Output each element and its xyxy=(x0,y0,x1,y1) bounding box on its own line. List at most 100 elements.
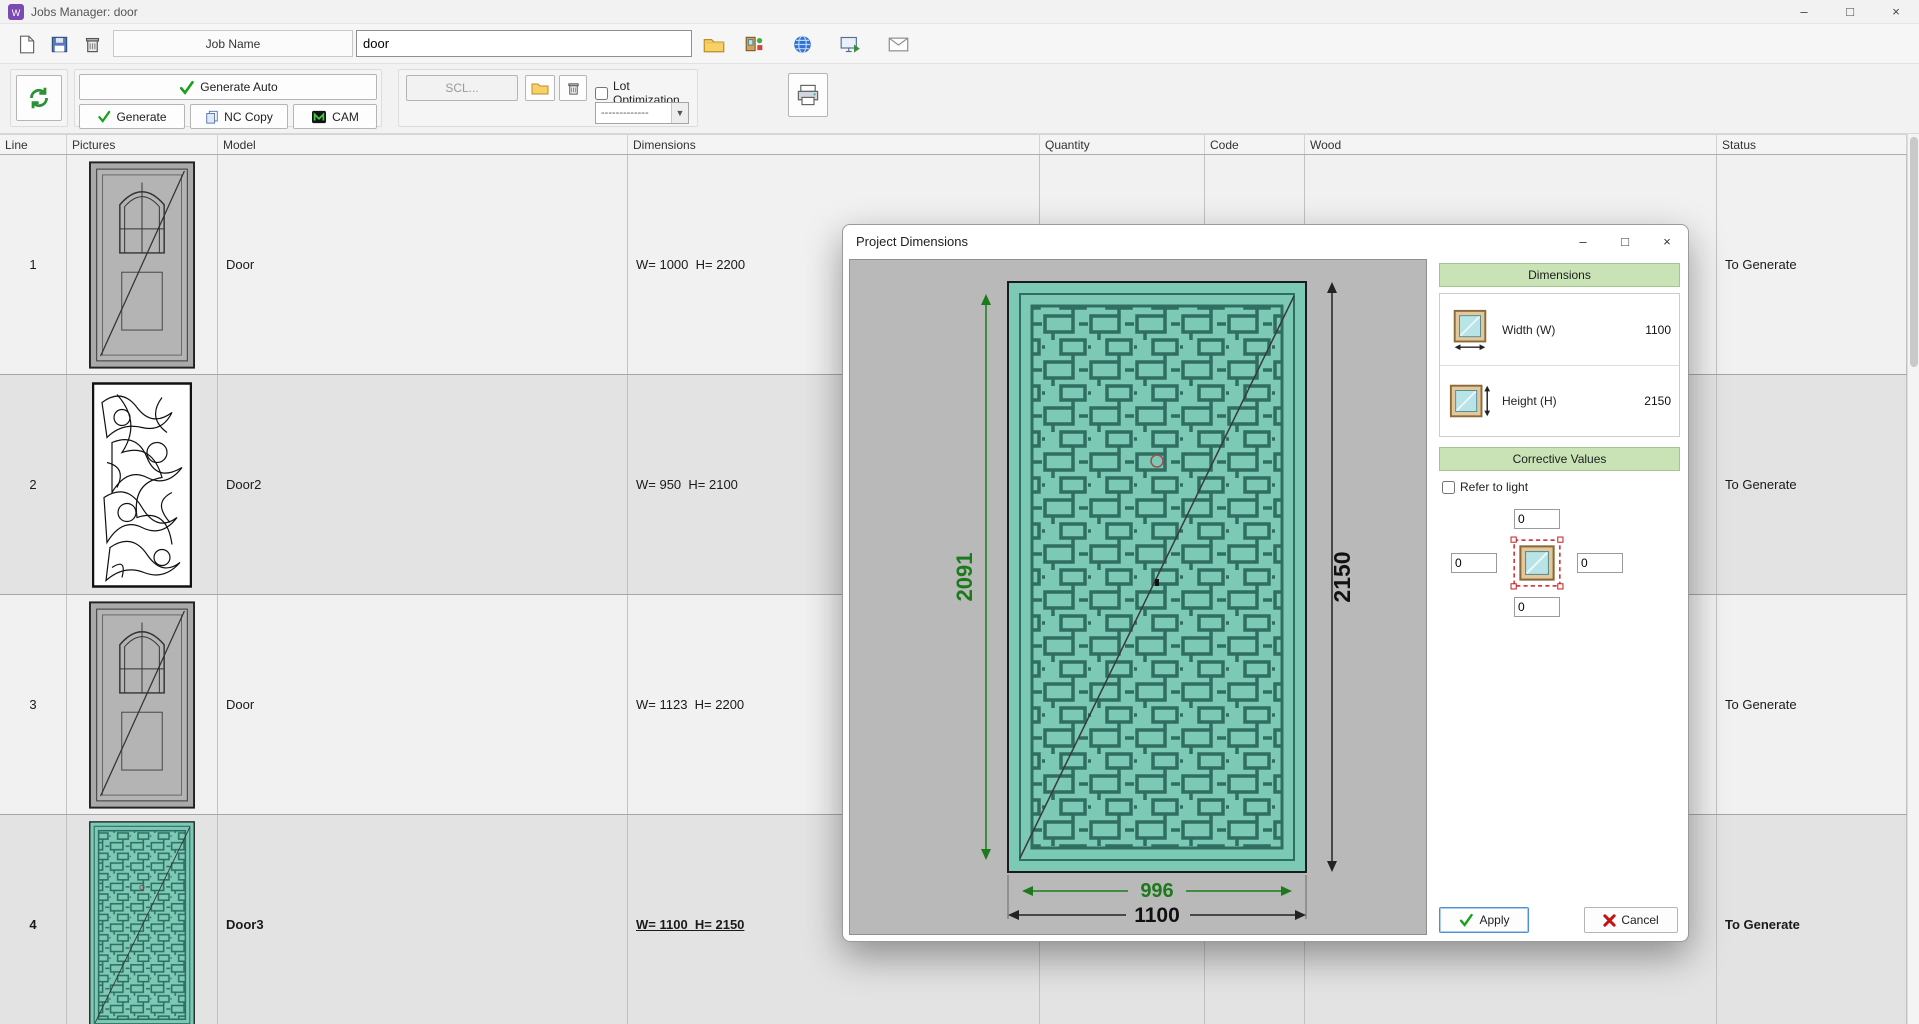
door-tools-button[interactable] xyxy=(740,30,768,58)
cam-logo-icon xyxy=(311,110,327,124)
refer-to-light-checkbox[interactable]: Refer to light xyxy=(1442,480,1528,494)
chevron-down-icon: ▼ xyxy=(671,103,688,123)
print-button[interactable] xyxy=(788,73,828,117)
cancel-button[interactable]: Cancel xyxy=(1584,907,1678,933)
generate-auto-button[interactable]: Generate Auto xyxy=(79,74,377,100)
save-button[interactable] xyxy=(45,30,73,58)
corrective-values-header: Corrective Values xyxy=(1439,447,1680,471)
cell-status: To Generate xyxy=(1717,595,1907,814)
open-list-button[interactable] xyxy=(525,75,555,101)
corrective-values-widget xyxy=(1445,507,1631,619)
cell-model: Door xyxy=(218,595,628,814)
scl-button[interactable]: SCL... xyxy=(406,75,518,101)
column-header-wood[interactable]: Wood xyxy=(1305,135,1717,154)
refresh-group xyxy=(10,69,68,127)
cell-status: To Generate xyxy=(1717,375,1907,594)
window-title: Jobs Manager: door xyxy=(31,5,138,19)
dialog-titlebar: Project Dimensions – □ × xyxy=(843,225,1688,257)
green-check-icon xyxy=(1458,913,1474,927)
cell-model: Door2 xyxy=(218,375,628,594)
delete-job-button[interactable] xyxy=(78,30,106,58)
red-x-icon xyxy=(1603,914,1616,927)
new-job-button[interactable] xyxy=(12,30,40,58)
width-row[interactable]: Width (W) 1100 xyxy=(1440,294,1679,365)
cell-line: 2 xyxy=(0,375,67,594)
corrective-top-input[interactable] xyxy=(1514,509,1560,529)
column-header-status[interactable]: Status xyxy=(1717,135,1907,154)
main-toolbar: Job Name xyxy=(0,24,1919,64)
mail-button[interactable] xyxy=(884,30,912,58)
cancel-label: Cancel xyxy=(1621,913,1658,927)
apply-button[interactable]: Apply xyxy=(1439,907,1529,933)
door-preview-canvas: 2091 2150 996 1100 xyxy=(849,259,1427,935)
folder-icon xyxy=(703,36,725,53)
maximize-button[interactable]: □ xyxy=(1827,0,1873,23)
height-label: Height (H) xyxy=(1502,394,1557,408)
copy-icon xyxy=(205,110,219,124)
corrective-left-input[interactable] xyxy=(1451,553,1497,573)
printer-icon xyxy=(796,84,820,106)
clear-list-button[interactable] xyxy=(559,75,587,101)
door-thumbnail[interactable] xyxy=(89,161,195,369)
generate-button[interactable]: Generate xyxy=(79,104,185,129)
app-icon: W xyxy=(8,4,24,20)
svg-text:W: W xyxy=(12,8,21,18)
dialog-minimize-button[interactable]: – xyxy=(1562,225,1604,257)
cam-button[interactable]: CAM xyxy=(293,104,377,129)
generate-group: Generate Auto Generate NC Copy CAM xyxy=(74,69,382,127)
column-header-dimensions[interactable]: Dimensions xyxy=(628,135,1040,154)
green-check-icon xyxy=(97,110,111,123)
column-header-quantity[interactable]: Quantity xyxy=(1040,135,1205,154)
refresh-button[interactable] xyxy=(16,75,62,121)
close-button[interactable]: × xyxy=(1873,0,1919,23)
column-header-code[interactable]: Code xyxy=(1205,135,1305,154)
door-thumbnail[interactable] xyxy=(89,601,195,809)
column-header-pictures[interactable]: Pictures xyxy=(67,135,218,154)
refresh-icon xyxy=(26,85,52,111)
cell-line: 4 xyxy=(0,815,67,1024)
refer-to-light-label: Refer to light xyxy=(1460,480,1528,494)
refer-to-light-box[interactable] xyxy=(1442,481,1455,494)
dim-inner-height: 2091 xyxy=(952,553,977,602)
options-group: SCL... Lot Optimization ------------- ▼ xyxy=(398,69,698,127)
nc-copy-button[interactable]: NC Copy xyxy=(190,104,288,129)
width-label: Width (W) xyxy=(1502,323,1555,337)
job-name-label: Job Name xyxy=(113,30,353,57)
open-job-button[interactable] xyxy=(700,30,728,58)
profile-dropdown[interactable]: ------------- ▼ xyxy=(595,102,689,124)
web-button[interactable] xyxy=(788,30,816,58)
vertical-scrollbar[interactable] xyxy=(1907,134,1919,1024)
dim-outer-width: 1100 xyxy=(1134,904,1180,927)
door-wizard-icon xyxy=(744,35,764,53)
dialog-maximize-button[interactable]: □ xyxy=(1604,225,1646,257)
dialog-close-button[interactable]: × xyxy=(1646,225,1688,257)
corrective-right-input[interactable] xyxy=(1577,553,1623,573)
dim-inner-width: 996 xyxy=(1140,880,1173,902)
folder-icon xyxy=(531,81,549,95)
dialog-title: Project Dimensions xyxy=(856,234,968,249)
scrollbar-thumb[interactable] xyxy=(1910,137,1918,367)
cell-picture xyxy=(67,375,218,594)
door-thumbnail[interactable] xyxy=(92,382,192,588)
export-button[interactable] xyxy=(836,30,864,58)
dimensions-header: Dimensions xyxy=(1439,263,1680,287)
door-thumbnail[interactable] xyxy=(88,821,196,1024)
cell-picture xyxy=(67,815,218,1024)
generate-auto-label: Generate Auto xyxy=(200,80,277,94)
lot-optimization-box[interactable] xyxy=(595,87,608,100)
job-name-input[interactable] xyxy=(356,30,692,57)
cell-line: 1 xyxy=(0,155,67,374)
corrective-bottom-input[interactable] xyxy=(1514,597,1560,617)
minimize-button[interactable]: – xyxy=(1781,0,1827,23)
width-value[interactable]: 1100 xyxy=(1645,323,1671,337)
trash-icon xyxy=(566,81,581,96)
cell-status: To Generate xyxy=(1717,155,1907,374)
dimensions-list: Width (W) 1100 Height (H) 2150 xyxy=(1439,293,1680,437)
apply-label: Apply xyxy=(1479,913,1509,927)
column-header-model[interactable]: Model xyxy=(218,135,628,154)
height-value[interactable]: 2150 xyxy=(1644,394,1671,408)
height-row[interactable]: Height (H) 2150 xyxy=(1440,365,1679,436)
dim-outer-height: 2150 xyxy=(1329,551,1355,602)
green-check-icon xyxy=(178,80,195,95)
column-header-line[interactable]: Line xyxy=(0,135,67,154)
